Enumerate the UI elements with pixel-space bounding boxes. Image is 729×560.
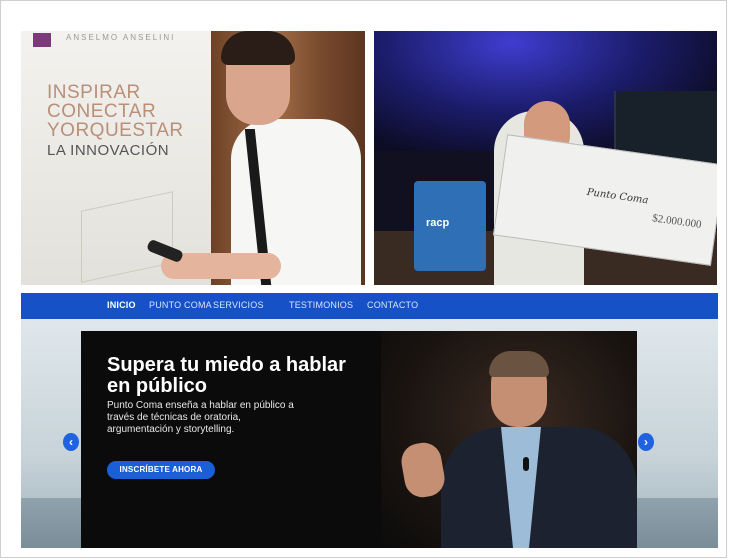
carousel-next-icon[interactable]: › <box>638 433 654 451</box>
event-logo <box>33 33 51 47</box>
hero-title: Supera tu miedo a hablar en público <box>107 354 346 397</box>
signup-button[interactable]: INSCRÍBETE AHORA <box>107 461 215 479</box>
website-screenshot: INICIO PUNTO COMA SERVICIOS TESTIMONIOS … <box>21 293 718 548</box>
speaker-hair <box>489 351 549 377</box>
award-photo: racp Punto Coma $2.000.000 <box>374 31 717 285</box>
nav-item-contacto[interactable]: CONTACTO <box>367 300 418 310</box>
speaker-photo: ANSELMO ANSELINI INSPIRAR CONECTAR YORQU… <box>21 31 365 285</box>
carousel-prev-icon[interactable]: ‹ <box>63 433 79 451</box>
site-nav: INICIO PUNTO COMA SERVICIOS TESTIMONIOS … <box>21 293 718 319</box>
check-amount: $2.000.000 <box>651 212 703 232</box>
backdrop-word: LA INNOVACIÓN <box>47 142 170 159</box>
nav-item-punto-coma[interactable]: PUNTO COMA <box>149 300 212 310</box>
event-brand: ANSELMO ANSELINI <box>66 33 176 42</box>
check-payee: Punto Coma <box>586 186 649 207</box>
hero-slide: Supera tu miedo a hablar en público Punt… <box>81 331 637 548</box>
nav-item-inicio[interactable]: INICIO <box>107 300 136 310</box>
tote-bag-label: racp <box>426 217 450 229</box>
backdrop-word: CONECTAR <box>47 101 157 122</box>
person-hair <box>221 31 295 65</box>
backdrop-word: INSPIRAR <box>47 82 141 103</box>
nav-item-testimonios[interactable]: TESTIMONIOS <box>289 300 353 310</box>
image-frame: ANSELMO ANSELINI INSPIRAR CONECTAR YORQU… <box>0 0 727 558</box>
hero-description: Punto Coma enseña a hablar en público a … <box>107 400 294 435</box>
speaker-mic <box>523 457 529 471</box>
nav-item-servicios[interactable]: SERVICIOS <box>213 300 264 310</box>
backdrop-word: YORQUESTAR <box>47 120 184 141</box>
tote-bag <box>414 181 486 271</box>
